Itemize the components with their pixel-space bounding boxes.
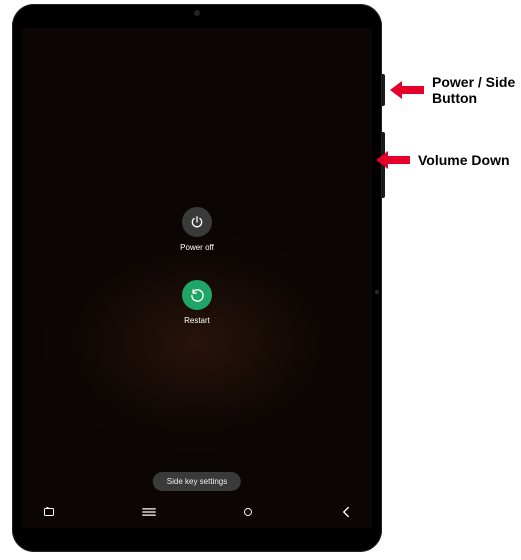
side-sensor <box>375 290 379 294</box>
callout-power-side: Power / Side Button <box>390 74 515 106</box>
side-key-settings-button[interactable]: Side key settings <box>153 472 241 491</box>
arrow-icon <box>376 153 410 167</box>
navigation-bar <box>23 503 371 521</box>
callout-power-label: Power / Side Button <box>432 74 515 106</box>
restart-label: Restart <box>23 316 371 325</box>
power-off-label: Power off <box>23 243 371 252</box>
recents-icon[interactable] <box>142 507 156 517</box>
restart-button[interactable]: Restart <box>23 280 371 325</box>
front-camera <box>194 10 200 16</box>
home-icon[interactable] <box>242 506 254 518</box>
callout-volume-down: Volume Down <box>376 152 510 168</box>
back-icon[interactable] <box>341 506 351 518</box>
restart-icon <box>182 280 212 310</box>
arrow-icon <box>390 83 424 97</box>
callout-volume-label: Volume Down <box>418 152 510 168</box>
power-off-button[interactable]: Power off <box>23 207 371 252</box>
power-menu: Power off Restart <box>23 207 371 353</box>
diagram-stage: Power off Restart Side key settings <box>0 0 521 560</box>
power-icon <box>182 207 212 237</box>
screenshot-icon[interactable] <box>43 506 55 518</box>
screen: Power off Restart Side key settings <box>23 29 371 527</box>
side-key-settings-label: Side key settings <box>167 477 227 486</box>
tablet-frame: Power off Restart Side key settings <box>12 4 382 552</box>
